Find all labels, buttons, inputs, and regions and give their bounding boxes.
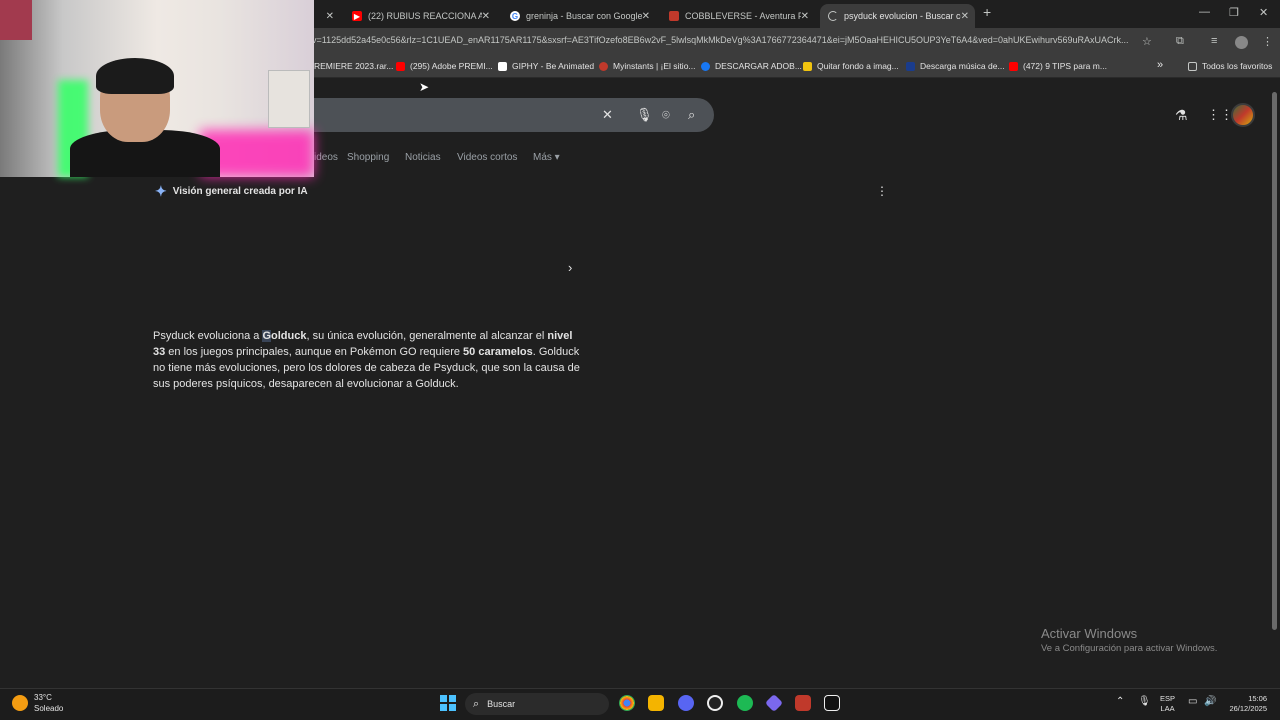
- youtube-icon: ▶: [352, 11, 362, 21]
- file-explorer-icon[interactable]: [648, 695, 664, 711]
- tab-videos-cortos[interactable]: Videos cortos: [457, 152, 517, 163]
- minecraft-launcher-icon[interactable]: [795, 695, 811, 711]
- chrome-icon[interactable]: [619, 695, 635, 711]
- tab-title: COBBLEVERSE - Aventura Poké: [685, 11, 801, 21]
- browser-tab-rubius[interactable]: ▶ (22) RUBIUS REACCIONA A CO ✕: [344, 4, 496, 28]
- youtube-icon: [1009, 61, 1018, 71]
- tray-overflow-icon[interactable]: ⌃: [1116, 696, 1124, 707]
- language-indicator[interactable]: ESP LAA: [1160, 694, 1175, 714]
- tab-title: psyduck evolucion - Buscar con: [844, 11, 961, 21]
- spotify-icon[interactable]: [737, 695, 753, 711]
- bookmark-item[interactable]: (295) Adobe PREMI...: [396, 61, 493, 71]
- bookmark-item[interactable]: (472) 9 TIPS para m...: [1009, 61, 1107, 71]
- media-control-icon[interactable]: ≡: [1211, 35, 1217, 47]
- ai-overview-menu-icon[interactable]: ⋮: [876, 184, 888, 198]
- bookmark-item[interactable]: Quitar fondo a imag...: [803, 61, 899, 71]
- wall-poster: [0, 0, 32, 40]
- close-tab-icon[interactable]: ✕: [326, 11, 334, 22]
- windows-taskbar: [0, 688, 1280, 720]
- scrollbar-thumb[interactable]: [1272, 92, 1277, 630]
- bookmark-item[interactable]: GIPHY - Be Animated: [498, 61, 594, 71]
- cobbleverse-icon: [669, 11, 679, 21]
- system-clock[interactable]: 15:06 26/12/2025: [1225, 694, 1267, 714]
- capcut-icon[interactable]: [824, 695, 840, 711]
- google-icon: G: [510, 11, 520, 21]
- bookmark-item[interactable]: DESCARGAR ADOB...: [701, 61, 802, 71]
- mouse-cursor-icon: ➤: [419, 80, 430, 94]
- browser-tab-cobbleverse[interactable]: COBBLEVERSE - Aventura Poké ✕: [661, 4, 815, 28]
- activate-windows-watermark: Activar Windows Ve a Configuración para …: [1041, 626, 1218, 654]
- menu-kebab-icon[interactable]: ⋮: [1262, 35, 1273, 48]
- clear-search-icon[interactable]: ✕: [602, 107, 613, 123]
- labs-flask-icon[interactable]: ⚗: [1175, 107, 1188, 124]
- facebook-icon: [701, 61, 710, 71]
- myinstants-icon: [599, 61, 608, 71]
- new-tab-button[interactable]: +: [983, 4, 991, 20]
- microphone-icon[interactable]: 🎙: [636, 107, 653, 123]
- search-icon[interactable]: ⌕: [688, 107, 695, 123]
- browser-tab[interactable]: ✕: [314, 4, 340, 28]
- profile-icon[interactable]: [1235, 36, 1248, 49]
- giphy-icon: [498, 61, 507, 71]
- close-window-button[interactable]: ✕: [1259, 6, 1268, 19]
- account-avatar[interactable]: [1231, 103, 1255, 127]
- close-tab-icon[interactable]: ✕: [482, 11, 490, 22]
- weather-widget[interactable]: 33°C Soleado: [12, 692, 63, 714]
- extensions-icon[interactable]: ⧉: [1176, 35, 1184, 48]
- maximize-button[interactable]: ❐: [1229, 6, 1239, 19]
- close-tab-icon[interactable]: ✕: [801, 11, 809, 22]
- bookmark-item[interactable]: Descarga música de...: [906, 61, 1005, 71]
- ai-overview-answer: Psyduck evoluciona a Golduck, su única e…: [153, 330, 580, 390]
- volume-icon[interactable]: 🔊: [1204, 696, 1216, 707]
- sparkle-icon: ✦: [155, 183, 167, 199]
- wall-artwork: [268, 70, 310, 128]
- tab-shopping[interactable]: Shopping: [347, 152, 389, 163]
- sun-icon: [12, 695, 28, 711]
- obs-icon[interactable]: [707, 695, 723, 711]
- loading-icon: [828, 11, 838, 21]
- carousel-next-icon[interactable]: ›: [568, 260, 572, 275]
- start-button[interactable]: [440, 695, 456, 711]
- network-icon[interactable]: ▭: [1188, 696, 1197, 707]
- microphone-icon[interactable]: 🎙: [1138, 696, 1151, 707]
- streamer-hair: [96, 58, 174, 94]
- search-icon: ⌕: [473, 697, 480, 710]
- youtube-icon: [396, 61, 405, 71]
- browser-tab-greninja[interactable]: G greninja - Buscar con Google ✕: [502, 4, 656, 28]
- minimize-button[interactable]: —: [1199, 6, 1210, 18]
- tab-title: greninja - Buscar con Google: [526, 11, 642, 21]
- browser-tab-psyduck[interactable]: psyduck evolucion - Buscar con ✕: [820, 4, 975, 28]
- discord-icon[interactable]: [678, 695, 694, 711]
- bookmark-item[interactable]: REMIERE 2023.rar...: [314, 61, 393, 71]
- folder-icon: [1188, 61, 1197, 71]
- bookmarks-overflow-button[interactable]: »: [1157, 59, 1163, 71]
- ai-overview-label: Visión general creada por IA: [172, 186, 308, 197]
- music-download-icon: [906, 61, 915, 71]
- tab-videos[interactable]: ideos: [314, 152, 338, 163]
- tab-mas[interactable]: Más ▾: [533, 152, 560, 163]
- remove-bg-icon: [803, 61, 812, 71]
- taskbar-search[interactable]: ⌕ Buscar: [465, 693, 609, 715]
- close-tab-icon[interactable]: ✕: [961, 11, 969, 22]
- all-bookmarks-button[interactable]: Todos los favoritos: [1188, 61, 1272, 71]
- address-bar[interactable]: v=1125dd52a45e0c56&rlz=1C1UEAD_enAR1175A…: [312, 35, 1134, 45]
- bookmark-item[interactable]: Myinstants | ¡El sitio...: [599, 61, 696, 71]
- tab-noticias[interactable]: Noticias: [405, 152, 441, 163]
- close-tab-icon[interactable]: ✕: [642, 11, 650, 22]
- webcam-overlay: [0, 0, 314, 177]
- tab-title: (22) RUBIUS REACCIONA A CO: [368, 11, 482, 21]
- bookmark-star-icon[interactable]: ☆: [1142, 35, 1152, 48]
- lens-icon[interactable]: ⌾: [662, 107, 670, 123]
- ai-overview-header: ✦ Visión general creada por IA: [155, 183, 308, 200]
